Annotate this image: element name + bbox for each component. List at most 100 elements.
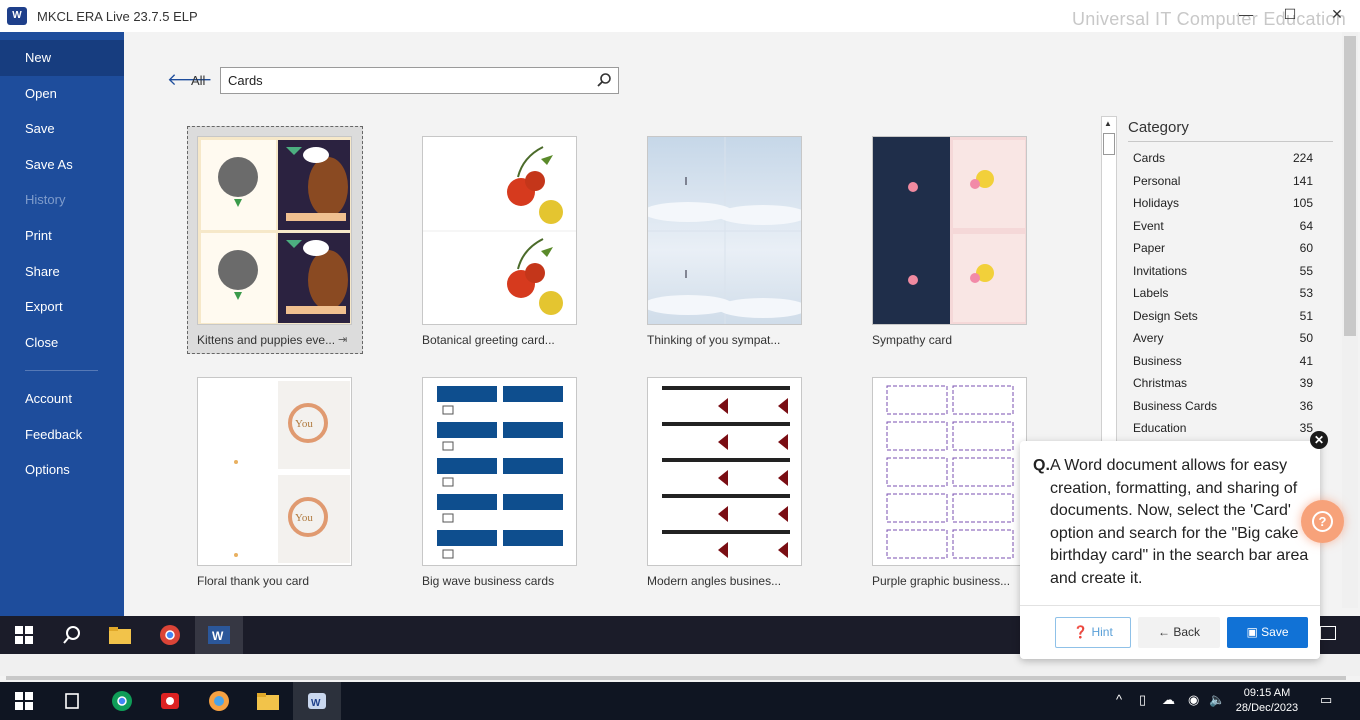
chrome-icon[interactable] — [158, 624, 182, 646]
clock-date: 28/Dec/2023 — [1235, 702, 1299, 714]
back-arrow-icon[interactable]: 🡐 — [167, 70, 213, 90]
minimize-icon[interactable]: — — [1236, 6, 1256, 22]
nav-print[interactable]: Print — [0, 218, 124, 254]
category-name: Labels — [1133, 286, 1169, 300]
cloud-icon[interactable]: ☁ — [1162, 692, 1175, 708]
purple-card-image — [873, 378, 1026, 565]
recorder-icon[interactable] — [158, 690, 182, 712]
nav-save[interactable]: Save — [0, 111, 124, 147]
category-item[interactable]: Holidays 105 — [1133, 196, 1313, 216]
search-icon[interactable] — [596, 72, 612, 88]
nav-export[interactable]: Export — [0, 289, 124, 325]
svg-text:W: W — [311, 698, 321, 709]
category-name: Event — [1133, 219, 1164, 233]
category-count: 64 — [1299, 219, 1313, 233]
nav-open[interactable]: Open — [0, 76, 124, 112]
close-window-icon[interactable]: ✕ — [1327, 6, 1347, 23]
category-name: Invitations — [1133, 264, 1188, 278]
nav-feedback[interactable]: Feedback — [0, 417, 124, 453]
taskbar-clock[interactable]: 09:15 AM 28/Dec/2023 — [1227, 686, 1307, 716]
template-thumb-sympathy[interactable] — [872, 136, 1027, 325]
task-view-icon[interactable] — [60, 690, 84, 712]
scroll-up-icon[interactable]: ▲ — [1104, 119, 1112, 128]
category-item[interactable]: Business 41 — [1133, 354, 1313, 374]
bigwave-card-image — [423, 378, 576, 565]
category-item[interactable]: Labels 53 — [1133, 286, 1313, 306]
nav-options[interactable]: Options — [0, 452, 124, 488]
kittens-card-image — [198, 137, 351, 324]
svg-text:You: You — [295, 418, 313, 430]
window-scroll-thumb[interactable] — [1344, 36, 1356, 336]
category-item[interactable]: Invitations 55 — [1133, 264, 1313, 284]
template-label[interactable]: Sympathy card — [872, 333, 952, 347]
save-button[interactable]: ▣ Save — [1227, 617, 1308, 648]
template-label[interactable]: Modern angles busines... — [647, 574, 781, 588]
category-item[interactable]: Christmas 39 — [1133, 376, 1313, 396]
close-icon[interactable]: ✕ — [1310, 431, 1328, 449]
category-name: Avery — [1133, 331, 1164, 345]
all-link[interactable]: All — [191, 73, 205, 88]
chevron-up-icon[interactable]: ^ — [1116, 692, 1122, 707]
category-name: Design Sets — [1133, 309, 1198, 323]
category-divider — [1128, 141, 1333, 142]
template-thumb-purple[interactable] — [872, 377, 1027, 566]
floppy-disk-icon: ▣ — [1246, 625, 1262, 639]
pin-icon[interactable]: ⇥ — [338, 333, 347, 346]
nav-close[interactable]: Close — [0, 325, 124, 361]
category-name: Cards — [1133, 151, 1166, 165]
search-input[interactable]: Cards — [220, 67, 619, 94]
category-title: Category — [1128, 119, 1189, 136]
back-button[interactable]: ← Back — [1138, 617, 1220, 648]
nav-new[interactable]: New — [0, 40, 124, 76]
category-count: 53 — [1299, 286, 1313, 300]
arrow-left-icon: ← — [1157, 625, 1174, 639]
template-thumb-thinking[interactable] — [647, 136, 802, 325]
nav-save-as[interactable]: Save As — [0, 147, 124, 183]
template-thumb-botanical[interactable] — [422, 136, 577, 325]
category-item[interactable]: Event 64 — [1133, 219, 1313, 239]
template-label[interactable]: Botanical greeting card... — [422, 333, 555, 347]
device-icon[interactable]: ▯ — [1139, 692, 1146, 708]
template-label[interactable]: Kittens and puppies eve... — [197, 333, 335, 347]
word-icon[interactable]: W — [207, 624, 231, 646]
floral-card-image: You You — [198, 378, 351, 565]
template-label[interactable]: Big wave business cards — [422, 574, 554, 588]
hint-button[interactable]: ❓ Hint — [1055, 617, 1131, 648]
template-thumb-floral[interactable]: You You — [197, 377, 352, 566]
template-label[interactable]: Purple graphic business... — [872, 574, 1010, 588]
windows-start-icon[interactable] — [12, 624, 36, 646]
maximize-icon[interactable]: ☐ — [1280, 6, 1300, 23]
category-item[interactable]: Paper 60 — [1133, 241, 1313, 261]
template-label[interactable]: Floral thank you card — [197, 574, 309, 588]
category-item[interactable]: Personal 141 — [1133, 174, 1313, 194]
category-item[interactable]: Design Sets 51 — [1133, 309, 1313, 329]
notifications-icon[interactable] — [1320, 626, 1336, 640]
category-item[interactable]: Education 35 — [1133, 421, 1313, 441]
chrome-icon[interactable] — [110, 690, 134, 712]
category-count: 224 — [1292, 151, 1313, 165]
category-item[interactable]: Cards 224 — [1133, 151, 1313, 171]
help-button[interactable]: ? — [1301, 500, 1344, 543]
inner-scroll-track — [6, 676, 1346, 680]
sympathy-card-image — [873, 137, 1026, 324]
file-explorer-icon[interactable] — [108, 624, 132, 646]
action-center-icon[interactable]: ▭ — [1320, 692, 1332, 708]
app-icon[interactable] — [207, 690, 231, 712]
category-item[interactable]: Business Cards 36 — [1133, 399, 1313, 419]
nav-account[interactable]: Account — [0, 381, 124, 417]
windows-start-icon[interactable] — [12, 690, 36, 712]
volume-icon[interactable]: 🔈 — [1209, 692, 1225, 708]
category-item[interactable]: Avery 50 — [1133, 331, 1313, 351]
template-thumb-bigwave[interactable] — [422, 377, 577, 566]
category-scroll-thumb[interactable] — [1103, 133, 1115, 155]
template-thumb-kittens[interactable] — [197, 136, 352, 325]
nav-share[interactable]: Share — [0, 254, 124, 290]
file-explorer-icon[interactable] — [256, 690, 280, 712]
app-title: MKCL ERA Live 23.7.5 ELP — [37, 9, 198, 24]
era-app-icon[interactable]: W — [305, 690, 329, 712]
search-taskbar-icon[interactable] — [60, 624, 84, 646]
template-thumb-modern[interactable] — [647, 377, 802, 566]
category-count: 35 — [1299, 421, 1313, 435]
template-label[interactable]: Thinking of you sympat... — [647, 333, 780, 347]
network-icon[interactable]: ◉ — [1188, 692, 1199, 708]
